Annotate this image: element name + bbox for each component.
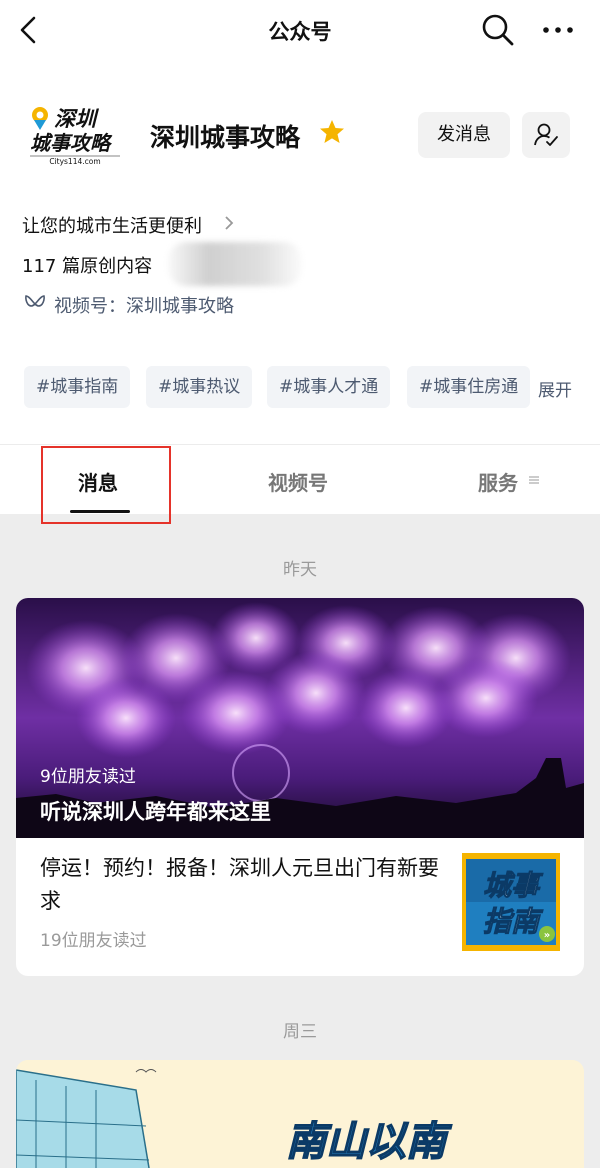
- tab-services[interactable]: 服务: [478, 467, 518, 496]
- svg-text:城事: 城事: [483, 869, 544, 902]
- hero-title[interactable]: 听说深圳人跨年都来这里: [40, 796, 271, 826]
- original-articles-count: 117 篇原创内容: [22, 256, 153, 277]
- svg-text:Citys114.com: Citys114.com: [49, 157, 100, 166]
- tag-chip[interactable]: #城事住房通: [407, 366, 531, 408]
- highlight-box: [41, 446, 171, 524]
- profile-header: 公众号 深圳 城事攻略 Citys114.com 深圳城事攻略 发消息 让您的城…: [0, 0, 600, 514]
- tag-chip[interactable]: #城事热议: [146, 366, 253, 408]
- follow-button[interactable]: [522, 112, 570, 158]
- svg-text:指南: 指南: [483, 905, 544, 938]
- menu-icon: [529, 476, 539, 484]
- more-icon[interactable]: [540, 14, 576, 46]
- tab-video[interactable]: 视频号: [268, 467, 328, 496]
- video-channel-icon: [25, 295, 45, 307]
- svg-text:»: »: [544, 930, 550, 941]
- sub-article-title[interactable]: 停运！预约！报备！深圳人元旦出门有新要求: [40, 852, 440, 918]
- sub-readers: 19位朋友读过: [40, 931, 147, 951]
- article-card[interactable]: 9位朋友读过 听说深圳人跨年都来这里 停运！预约！报备！深圳人元旦出门有新要求 …: [16, 598, 584, 976]
- tag-chip[interactable]: #城事指南: [24, 366, 131, 408]
- date-label: 昨天: [283, 560, 317, 580]
- article-thumbnail[interactable]: 城事 指南 »: [462, 853, 560, 951]
- nav-bar: 公众号: [0, 0, 600, 62]
- svg-text:城事攻略: 城事攻略: [30, 131, 113, 155]
- svg-text:南山以南: 南山以南: [286, 1119, 452, 1165]
- search-icon[interactable]: [480, 12, 516, 48]
- send-message-button[interactable]: 发消息: [418, 112, 510, 158]
- date-label: 周三: [283, 1022, 317, 1042]
- star-icon[interactable]: [318, 118, 346, 146]
- expand-tags-link[interactable]: 展开: [538, 376, 572, 401]
- account-description[interactable]: 让您的城市生活更便利: [22, 212, 202, 238]
- svg-text:深圳: 深圳: [54, 107, 100, 131]
- tag-chip[interactable]: #城事人才通: [267, 366, 391, 408]
- divider: [0, 444, 600, 445]
- video-channel-link[interactable]: 视频号：深圳城事攻略: [54, 292, 234, 318]
- account-name: 深圳城事攻略: [150, 123, 301, 152]
- hero-readers: 9位朋友读过: [40, 767, 136, 787]
- chevron-right-icon[interactable]: [222, 214, 236, 232]
- account-logo[interactable]: 深圳 城事攻略 Citys114.com: [26, 104, 124, 166]
- blurred-region: [168, 242, 302, 286]
- article-cover-image: 南山以南: [16, 1060, 584, 1168]
- person-check-icon: [534, 123, 558, 146]
- article-card-partial[interactable]: 南山以南: [16, 1060, 584, 1168]
